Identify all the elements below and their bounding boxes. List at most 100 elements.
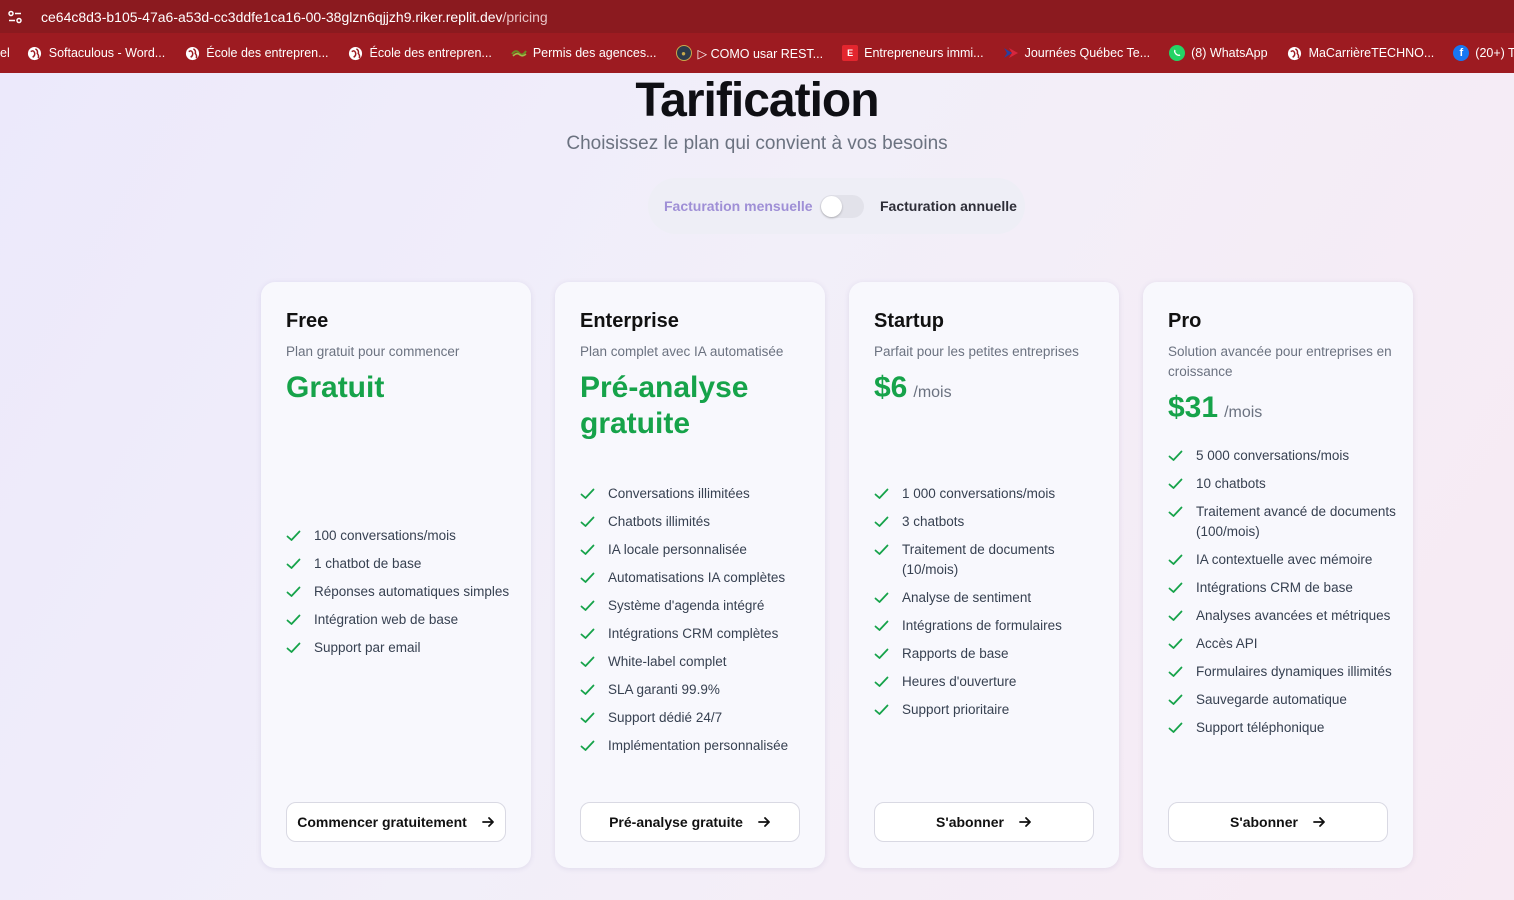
check-icon (1168, 662, 1184, 682)
pre-analysis-button[interactable]: Pré-analyse gratuite (580, 802, 800, 842)
whatsapp-icon (1169, 45, 1186, 61)
facebook-icon: f (1453, 45, 1470, 61)
bookmark-item[interactable]: École des entrepren... (348, 33, 492, 73)
plan-card-startup: Startup Parfait pour les petites entrepr… (849, 282, 1119, 868)
feature-text: Traitement de documents (10/mois) (902, 542, 1055, 577)
bookmark-label: el (0, 46, 10, 60)
monthly-billing-label[interactable]: Facturation mensuelle (664, 198, 813, 214)
bookmark-item[interactable]: (8) WhatsApp (1169, 33, 1268, 73)
bookmark-label: MaCarrièreTECHNO... (1308, 46, 1435, 60)
arrow-right-icon (481, 815, 495, 829)
feature-item: Conversations illimitées (580, 484, 810, 504)
subscribe-button-startup[interactable]: S'abonner (874, 802, 1094, 842)
check-icon (874, 484, 890, 504)
bookmark-label: Permis des agences... (532, 46, 657, 60)
bookmark-label: (20+) Techcolca | Fa... (1475, 46, 1514, 60)
e-icon: E (842, 45, 859, 61)
plan-card-pro: Pro Solution avancée pour entreprises en… (1143, 282, 1413, 868)
check-icon (580, 540, 596, 560)
toggle-knob (821, 196, 842, 217)
feature-item: Intégrations CRM de base (1168, 578, 1398, 598)
bookmark-item[interactable]: Permis des agences... (511, 33, 657, 73)
feature-text: IA contextuelle avec mémoire (1196, 552, 1373, 567)
feature-text: Support par email (314, 640, 421, 655)
plan-price: $6/mois (874, 370, 1099, 411)
feature-item: IA locale personnalisée (580, 540, 810, 560)
feature-item: Système d'agenda intégré (580, 596, 810, 616)
feature-text: 1 chatbot de base (314, 556, 422, 571)
start-free-button[interactable]: Commencer gratuitement (286, 802, 506, 842)
check-icon (286, 638, 302, 658)
check-icon (1168, 550, 1184, 570)
billing-toggle-switch[interactable] (820, 195, 864, 218)
check-icon (286, 582, 302, 602)
bookmark-label: École des entrepren... (369, 46, 492, 60)
button-label: Pré-analyse gratuite (609, 814, 743, 830)
feature-text: Conversations illimitées (608, 486, 750, 501)
arrow-right-icon (1312, 815, 1326, 829)
site-settings-icon[interactable] (0, 0, 30, 33)
plan-price: $31/mois (1168, 390, 1393, 431)
bookmark-item[interactable]: École des entrepren... (184, 33, 329, 73)
check-icon (874, 540, 890, 560)
check-icon (580, 680, 596, 700)
feature-text: Analyses avancées et métriques (1196, 608, 1391, 623)
check-icon (580, 652, 596, 672)
feature-item: Réponses automatiques simples (286, 582, 516, 602)
annual-billing-label[interactable]: Facturation annuelle (880, 198, 1017, 214)
check-icon (1168, 502, 1184, 522)
feature-item: Rapports de base (874, 644, 1104, 664)
check-icon (580, 596, 596, 616)
check-icon (580, 512, 596, 532)
feature-text: Système d'agenda intégré (608, 598, 765, 613)
bookmark-item[interactable]: MaCarrièreTECHNO... (1287, 33, 1435, 73)
address-bar[interactable]: ce64c8d3-b105-47a6-a53d-cc3ddfe1ca16-00-… (0, 0, 1514, 33)
feature-text: 10 chatbots (1196, 476, 1266, 491)
url-text[interactable]: ce64c8d3-b105-47a6-a53d-cc3ddfe1ca16-00-… (41, 9, 548, 25)
price-value: Pré-analyse gratuite (580, 371, 749, 440)
plan-description: Plan gratuit pour commencer (286, 344, 460, 359)
price-period: /mois (1224, 404, 1263, 421)
bookmark-item[interactable]: Journées Québec Te... (1003, 33, 1150, 73)
globe-icon (1287, 45, 1303, 61)
plan-name: Free (286, 310, 329, 332)
check-icon (580, 708, 596, 728)
feature-text: Automatisations IA complètes (608, 570, 786, 585)
feature-text: Support prioritaire (902, 702, 1010, 717)
feature-item: Support dédié 24/7 (580, 708, 810, 728)
plan-price: Gratuit (286, 370, 511, 406)
feature-item: Accès API (1168, 634, 1398, 654)
feature-text: Formulaires dynamiques illimités (1196, 664, 1392, 679)
bookmark-item[interactable]: el (0, 33, 10, 73)
feature-item: Analyse de sentiment (874, 588, 1104, 608)
check-icon (1168, 634, 1184, 654)
feature-text: Intégrations de formulaires (902, 618, 1062, 633)
plan-name: Startup (874, 310, 944, 332)
feature-text: Analyse de sentiment (902, 590, 1032, 605)
bookmark-item[interactable]: Softaculous - Word... (27, 33, 165, 73)
subscribe-button-pro[interactable]: S'abonner (1168, 802, 1388, 842)
feature-text: Implémentation personnalisée (608, 738, 789, 753)
feature-list: 100 conversations/mois 1 chatbot de base R… (286, 526, 516, 666)
feature-item: 1 000 conversations/mois (874, 484, 1104, 504)
bookmark-item[interactable]: ● ▷ COMO usar REST... (675, 33, 823, 73)
plan-price: Pré-analyse gratuite (580, 370, 805, 442)
check-icon (580, 624, 596, 644)
check-icon (580, 484, 596, 504)
price-value: $6 (874, 371, 908, 404)
plan-card-free: Free Plan gratuit pour commencer Gratuit… (261, 282, 531, 868)
check-icon (1168, 606, 1184, 626)
button-label: S'abonner (936, 814, 1004, 830)
bookmarks-bar: el Softaculous - Word... École des entre… (0, 33, 1514, 73)
check-icon (1168, 446, 1184, 466)
url-path: /pricing (502, 8, 548, 25)
feature-text: Accès API (1196, 636, 1258, 651)
feature-list: Conversations illimitées Chatbots illimit… (580, 484, 810, 764)
feature-item: Support par email (286, 638, 516, 658)
plan-description: Parfait pour les petites entreprises (874, 344, 1079, 359)
bookmark-item[interactable]: f (20+) Techcolca | Fa... (1453, 33, 1514, 73)
feature-item: Chatbots illimités (580, 512, 810, 532)
feature-item: Traitement avancé de documents (100/mois… (1168, 502, 1398, 542)
bookmark-item[interactable]: E Entrepreneurs immi... (842, 33, 984, 73)
price-period: /mois (913, 384, 952, 401)
